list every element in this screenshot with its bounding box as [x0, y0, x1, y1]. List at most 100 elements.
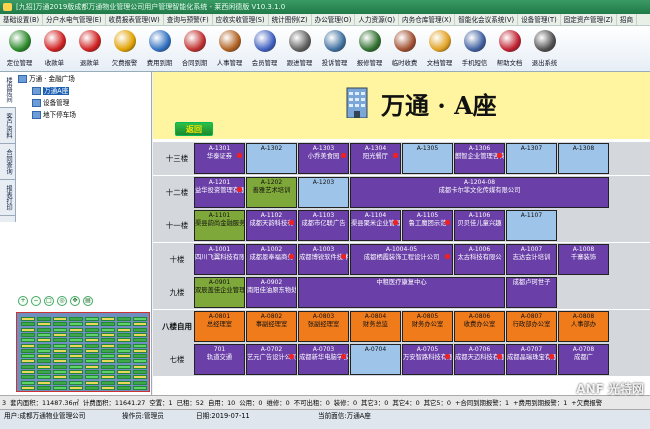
room-number: A-1303 [312, 145, 335, 152]
room-tenant: 收费办公室 [463, 320, 496, 328]
back-button[interactable]: 返回 [175, 122, 213, 136]
room-cell[interactable]: A-0705万安智路科技有限公司 [402, 344, 453, 375]
room-cell[interactable]: A-1003成都博锐软件技术有限公司 [298, 243, 349, 275]
room-cell[interactable]: A-0704 [350, 344, 401, 375]
room-cell[interactable]: A-1002 成都恩奉福商务 [246, 243, 297, 275]
room-cell[interactable]: A-0706成都天迈科技有限公司 [454, 344, 505, 375]
toolbar-button[interactable]: 定位管理 [2, 26, 37, 71]
toolbar-label: 报修管理 [356, 59, 383, 67]
room-cell[interactable]: A-0803 张副经理室 [298, 310, 349, 342]
room-cell[interactable]: A-1306 麒智企业管理咨询 [454, 143, 505, 174]
room-cell[interactable]: A-1105 鲁工魔团示范 [402, 210, 453, 241]
toolbar-button[interactable]: 退款单 [72, 26, 107, 71]
tree-item-equipment[interactable]: 设备管理 [32, 98, 69, 109]
toolbar-button[interactable]: 收款单 [37, 26, 72, 71]
room-cell[interactable]: A-1307 [506, 143, 557, 174]
room-number: A-0808 [572, 312, 595, 320]
menu-item[interactable]: 招商 [617, 14, 638, 25]
menu-item[interactable]: 应收实收管理(S) [213, 14, 269, 25]
room-cell[interactable]: A-1202 善雅艺术培训 [246, 176, 297, 208]
menu-item[interactable]: 分户水电气管理(E) [43, 14, 106, 25]
menu-item[interactable]: 办公管理(O) [312, 14, 356, 25]
menu-item[interactable]: 设备管理(T) [518, 14, 561, 25]
room-cell[interactable]: A-0802 事副经理室 [246, 310, 297, 342]
toolbar-button[interactable]: 合同到期 [177, 26, 212, 71]
zoom-fit-icon[interactable]: □ [44, 296, 54, 306]
zoom-in-icon[interactable]: + [18, 296, 28, 306]
menu-item[interactable]: 收费报表管理(W) [106, 14, 164, 25]
room-cell[interactable]: A-1107 [506, 210, 557, 241]
minimap[interactable] [16, 312, 150, 392]
toolbar-button[interactable]: 报修管理 [352, 26, 387, 71]
toolbar-button[interactable]: 会员管理 [247, 26, 282, 71]
room-cell[interactable]: A-0807 行政部办公室 [506, 310, 557, 342]
room-cell[interactable]: A-0703 成都新华电脑学校 [298, 344, 349, 375]
toolbar-button[interactable]: 手机短信 [457, 26, 492, 71]
status-item: 装修：0 [333, 399, 358, 407]
room-cell[interactable]: A-1007 志达会计培训 [506, 243, 557, 275]
toolbar-button[interactable]: 临时收费 [387, 26, 422, 71]
room-cell[interactable]: A-1008 千寨装饰 [558, 243, 609, 275]
room-cell[interactable]: A-1308 [558, 143, 609, 174]
room-cell[interactable]: A-0801 总经理室 [194, 310, 245, 342]
room-cell[interactable]: A-1204-08 成都卡尔菲文化传媒有限公司 [350, 176, 609, 208]
side-tab[interactable]: 合同查询 [0, 144, 16, 180]
menu-item[interactable]: 人力资源(Q) [355, 14, 400, 25]
room-cell[interactable]: A-1104渠县聚米企业管理有限公司 [350, 210, 401, 241]
room-cell[interactable]: A-0808 人事部办 [558, 310, 609, 342]
room-cell[interactable]: A-1203 [298, 176, 349, 208]
room-cell[interactable]: A-1302 [246, 143, 297, 174]
menu-item[interactable]: 基础设置(B) [0, 14, 44, 25]
menu-item[interactable]: 智能化会议系统(V) [455, 14, 519, 25]
tree-item-a-tower[interactable]: 万通A座 [32, 86, 70, 97]
menu-item[interactable]: 统计图例(Z) [269, 14, 312, 25]
room-cell[interactable]: A-1004-05 成都栖霞装饰工程设计公司 [350, 243, 453, 275]
room-cell[interactable]: 701 轨道交通 [194, 344, 245, 375]
toolbar-button[interactable]: 投诉管理 [317, 26, 352, 71]
room-cell[interactable]: A-1106 贝贝佳儿童兴趣 [454, 210, 505, 241]
toolbar-button[interactable]: 费用到期 [142, 26, 177, 71]
menu-item[interactable]: 固定资产管理(Z) [561, 14, 617, 25]
side-tab[interactable]: 客户资料 [0, 108, 16, 144]
room-cell[interactable]: A-1102 成都天韵科技有 [246, 210, 297, 241]
menu-item[interactable]: 查询与预警(F) [164, 14, 213, 25]
room-cell[interactable]: A-0902 南阳佳油原东物处 [246, 277, 297, 308]
room-cell[interactable]: A-1101渠县韵尚金融服务有限公司 [194, 210, 245, 241]
room-cell[interactable]: A-0708 成都广 [558, 344, 609, 375]
room-cell[interactable]: A-0702 艺元广告设计公司 [246, 344, 297, 375]
toolbar-button[interactable]: 跟进管理 [282, 26, 317, 71]
toolbar-button[interactable]: 人事管理 [212, 26, 247, 71]
room-cell[interactable]: A-1103 成都市亿联广告 [298, 210, 349, 241]
minimap-cell [117, 348, 131, 353]
room-cell[interactable]: A-1006 太古科技有限公 [454, 243, 505, 275]
room-cell[interactable]: 中租医疗康复中心 [298, 277, 505, 308]
room-cell[interactable]: A-0804 财务总监 [350, 310, 401, 342]
room-cell[interactable]: A-0707成都晶瑞珠宝有限公司 [506, 344, 557, 375]
room-tenant: 渠县韵尚金融服务有限公司 [195, 220, 245, 227]
room-cell[interactable]: A-1001 四川飞翼科技有限 [194, 243, 245, 275]
toolbar-button[interactable]: 帮助文档 [492, 26, 527, 71]
room-cell[interactable]: A-0901双辰盖佳企业管理有限公司 [194, 277, 245, 308]
room-cell[interactable]: A-1304 阳光餐厅 [350, 143, 401, 174]
print-icon[interactable]: ▤ [83, 296, 93, 306]
zoom-reset-icon[interactable]: ◎ [57, 296, 67, 306]
room-cell[interactable]: 成都卢珂世子 [506, 277, 557, 308]
minimap-cell [101, 322, 115, 327]
side-tab[interactable]: 楼盘房间 [0, 72, 16, 108]
toolbar-button[interactable]: 退出系统 [527, 26, 562, 71]
room-cell[interactable]: A-1201 益华投资管理有限 [194, 176, 245, 208]
tree-item-parking[interactable]: 地下停车场 [32, 110, 76, 121]
tree-root[interactable]: 万通 · 金融广场 [18, 74, 75, 85]
toolbar-button[interactable]: 文档管理 [422, 26, 457, 71]
room-cell[interactable]: A-1305 [402, 143, 453, 174]
room-cell[interactable]: A-1303 小乔美食园 [298, 143, 349, 174]
pan-icon[interactable]: ✥ [70, 296, 80, 306]
minimap-cell [133, 364, 147, 369]
side-tab[interactable]: 报表打印 [0, 180, 16, 216]
room-cell[interactable]: A-1301 华泰证券 [194, 143, 245, 174]
toolbar-button[interactable]: 欠费报警 [107, 26, 142, 71]
menu-item[interactable]: 内务仓库管理(X) [399, 14, 456, 25]
room-cell[interactable]: A-0806 收费办公室 [454, 310, 505, 342]
zoom-out-icon[interactable]: − [31, 296, 41, 306]
room-cell[interactable]: A-0805 财务办公室 [402, 310, 453, 342]
